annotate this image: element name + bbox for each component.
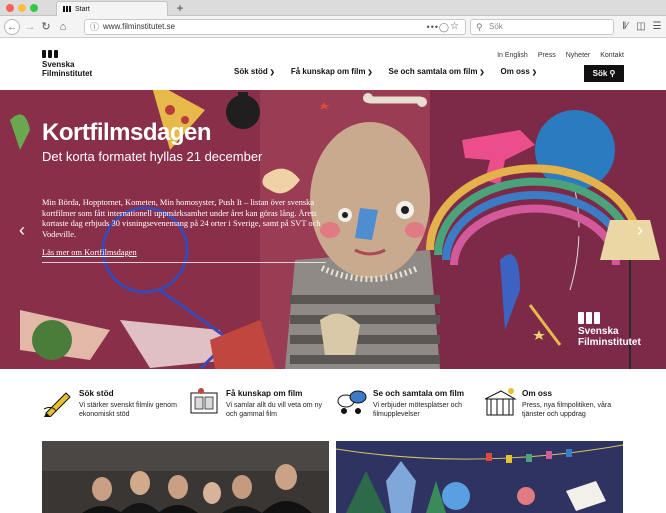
carousel-next-button[interactable]: ›: [634, 220, 646, 240]
new-tab-button[interactable]: +: [174, 1, 186, 15]
logo-line2: Filminstitutet: [42, 69, 93, 78]
feature-title: Se och samtala om film: [373, 389, 465, 398]
news-photo-people[interactable]: [42, 441, 329, 513]
festival-illustration-image: [336, 441, 623, 513]
menu-icon[interactable]: ☰: [650, 19, 664, 35]
shield-icon[interactable]: ◯: [439, 20, 449, 34]
site-header: Svenska Filminstitutet In English Press …: [0, 39, 666, 90]
hero-watermark-logo: Svenska Filminstitutet: [578, 312, 641, 348]
logo-line1: Svenska: [42, 60, 75, 69]
nav-item-se-och-samtala[interactable]: Se och samtala om film ❯: [389, 67, 485, 76]
home-icon[interactable]: ⌂: [56, 19, 70, 35]
nav-item-label: Få kunskap om film: [290, 67, 366, 76]
sidebar-icon[interactable]: ◫: [634, 19, 648, 35]
browser-tab[interactable]: Start: [56, 1, 168, 16]
info-icon[interactable]: ⓘ: [90, 20, 99, 34]
browser-titlebar: Start +: [0, 0, 666, 16]
pen-icon: [43, 392, 71, 417]
link-in-english[interactable]: In English: [497, 52, 528, 59]
site-search-button[interactable]: Sök ⚲: [584, 65, 624, 82]
search-icon: ⚲: [476, 22, 483, 32]
favicon-icon: [63, 6, 71, 12]
main-nav: Sök stöd ❯ Få kunskap om film ❯ Se och sam…: [234, 67, 553, 76]
feature-row: Sök stöd Vi stärker svenskt filmliv geno…: [0, 383, 666, 431]
hero-read-more-link[interactable]: Läs mer om Kortfilmsdagen: [42, 248, 137, 257]
library-icon[interactable]: ‖⁄: [618, 19, 632, 35]
browser-toolbar: ← → ↻ ⌂ ⓘ www.filminstitutet.se ••• ◯ ☆ …: [0, 16, 666, 38]
chevron-down-icon: ❯: [367, 70, 373, 76]
browser-search-input[interactable]: ⚲ Sök: [470, 19, 614, 35]
window-close-button[interactable]: [6, 4, 14, 12]
nav-item-fa-kunskap[interactable]: Få kunskap om film ❯: [291, 67, 373, 76]
logo-mark-icon: [578, 312, 641, 324]
feature-title: Sök stöd: [79, 389, 114, 398]
hero-logo-line2: Filminstitutet: [578, 337, 641, 348]
film-strip-icon: [190, 388, 218, 414]
feature-description: Vi stärker svenskt filmliv genom ekonomi…: [79, 402, 177, 418]
address-bar-url: www.filminstitutet.se: [103, 22, 176, 31]
carousel-prev-button[interactable]: ‹: [16, 220, 28, 240]
feature-description: Vi erbjuder mötesplatser och filmuppleve…: [373, 402, 462, 418]
site-logo[interactable]: Svenska Filminstitutet: [42, 50, 92, 78]
link-kontakt[interactable]: Kontakt: [600, 52, 624, 59]
nav-item-label: Om oss: [500, 67, 530, 76]
group-photo-image: [42, 441, 329, 513]
hero-description: Min Börda, Hopptornet, Kometen, Min homo…: [42, 198, 321, 239]
building-icon: [485, 388, 517, 416]
window-minimize-button[interactable]: [18, 4, 26, 12]
search-icon: ⚲: [609, 69, 616, 78]
nav-item-label: Se och samtala om film: [388, 67, 478, 76]
more-icon[interactable]: •••: [427, 20, 439, 34]
nav-item-om-oss[interactable]: Om oss ❯: [500, 67, 536, 76]
top-links: In English Press Nyheter Kontakt: [497, 52, 624, 59]
hero-divider: [42, 262, 326, 263]
address-bar[interactable]: ⓘ www.filminstitutet.se ••• ◯ ☆: [84, 19, 466, 35]
feature-title: Få kunskap om film: [226, 389, 303, 398]
nav-item-sok-stod[interactable]: Sök stöd ❯: [234, 67, 275, 76]
news-illustration[interactable]: [336, 441, 623, 513]
bookmark-star-icon[interactable]: ☆: [450, 20, 459, 34]
browser-search-placeholder: Sök: [489, 22, 503, 31]
window-maximize-button[interactable]: [30, 4, 38, 12]
logo-mark-icon: [42, 50, 92, 58]
feature-title: Om oss: [522, 389, 553, 398]
nav-item-label: Sök stöd: [234, 67, 268, 76]
hero-subtitle: Det korta formatet hyllas 21 december: [42, 149, 263, 164]
site-search-label: Sök: [592, 69, 608, 78]
chevron-down-icon: ❯: [479, 70, 485, 76]
back-icon[interactable]: ←: [4, 19, 20, 35]
forward-icon[interactable]: →: [23, 19, 37, 35]
discussion-icon: [337, 390, 367, 414]
link-press[interactable]: Press: [538, 52, 556, 59]
feature-description: Vi samlar allt du vill veta om ny och ga…: [226, 402, 322, 418]
feature-description: Press, nya filmpolitiken, våra tjänster …: [522, 402, 612, 418]
chevron-down-icon: ❯: [531, 70, 537, 76]
tab-title: Start: [75, 5, 90, 13]
hero-logo-line1: Svenska: [578, 326, 619, 337]
link-nyheter[interactable]: Nyheter: [566, 52, 591, 59]
hero-title: Kortfilmsdagen: [42, 119, 212, 146]
chevron-down-icon: ❯: [269, 70, 275, 76]
refresh-icon[interactable]: ↻: [39, 19, 53, 35]
